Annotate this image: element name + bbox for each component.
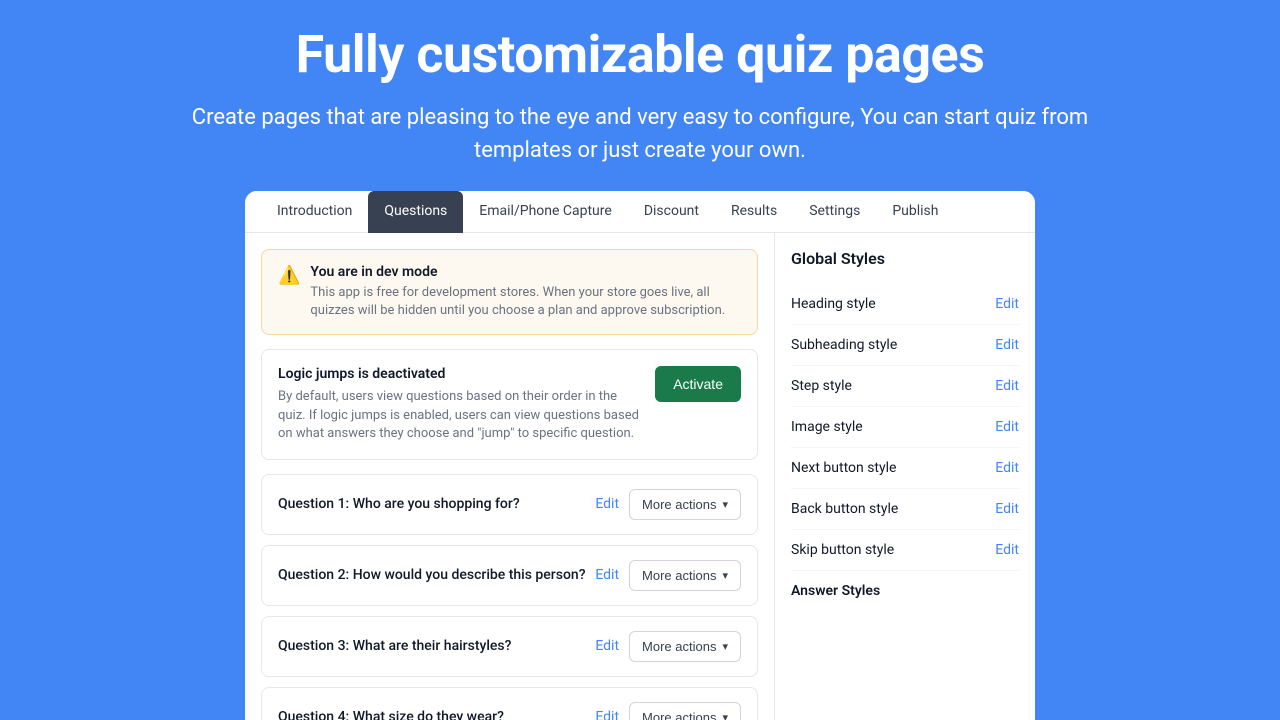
tab-introduction[interactable]: Introduction	[261, 191, 368, 233]
next-button-style-row: Next button style Edit	[791, 448, 1019, 489]
image-style-label: Image style	[791, 419, 863, 435]
skip-button-style-edit[interactable]: Edit	[995, 542, 1019, 558]
global-styles-title: Global Styles	[791, 249, 1019, 268]
question-3-more-actions[interactable]: More actions	[629, 631, 741, 662]
question-row: Question 2: How would you describe this …	[261, 545, 758, 606]
dev-banner-content: You are in dev mode This app is free for…	[310, 264, 741, 320]
page-wrapper: Fully customizable quiz pages Create pag…	[0, 0, 1280, 720]
step-style-row: Step style Edit	[791, 366, 1019, 407]
question-2-more-actions[interactable]: More actions	[629, 560, 741, 591]
question-row: Question 3: What are their hairstyles? E…	[261, 616, 758, 677]
step-style-edit[interactable]: Edit	[995, 378, 1019, 394]
question-2-label: Question 2: How would you describe this …	[278, 567, 586, 583]
tab-results[interactable]: Results	[715, 191, 793, 233]
right-panel: Global Styles Heading style Edit Subhead…	[775, 233, 1035, 720]
question-3-edit[interactable]: Edit	[595, 638, 619, 654]
skip-button-style-row: Skip button style Edit	[791, 530, 1019, 571]
app-container: Introduction Questions Email/Phone Captu…	[245, 191, 1035, 720]
tab-email-phone[interactable]: Email/Phone Capture	[463, 191, 628, 233]
question-2-edit[interactable]: Edit	[595, 567, 619, 583]
tab-publish[interactable]: Publish	[876, 191, 954, 233]
heading-style-label: Heading style	[791, 296, 876, 312]
tab-settings[interactable]: Settings	[793, 191, 876, 233]
question-1-edit[interactable]: Edit	[595, 496, 619, 512]
activate-button[interactable]: Activate	[655, 366, 741, 402]
logic-card-content: Logic jumps is deactivated By default, u…	[278, 366, 643, 443]
question-4-actions: Edit More actions	[595, 702, 741, 720]
question-4-edit[interactable]: Edit	[595, 709, 619, 720]
skip-button-style-label: Skip button style	[791, 542, 894, 558]
question-3-actions: Edit More actions	[595, 631, 741, 662]
tab-discount[interactable]: Discount	[628, 191, 715, 233]
question-1-label: Question 1: Who are you shopping for?	[278, 496, 520, 512]
hero-subtitle: Create pages that are pleasing to the ey…	[190, 101, 1090, 167]
heading-style-row: Heading style Edit	[791, 284, 1019, 325]
subheading-style-label: Subheading style	[791, 337, 897, 353]
question-1-more-actions[interactable]: More actions	[629, 489, 741, 520]
question-row: Question 4: What size do they wear? Edit…	[261, 687, 758, 720]
tab-questions[interactable]: Questions	[368, 191, 463, 233]
logic-jumps-card: Logic jumps is deactivated By default, u…	[261, 349, 758, 460]
question-1-actions: Edit More actions	[595, 489, 741, 520]
back-button-style-edit[interactable]: Edit	[995, 501, 1019, 517]
question-row: Question 1: Who are you shopping for? Ed…	[261, 474, 758, 535]
next-button-style-edit[interactable]: Edit	[995, 460, 1019, 476]
subheading-style-row: Subheading style Edit	[791, 325, 1019, 366]
answer-styles-title: Answer Styles	[791, 571, 1019, 599]
step-style-label: Step style	[791, 378, 852, 394]
left-panel: ⚠️ You are in dev mode This app is free …	[245, 233, 775, 720]
next-button-style-label: Next button style	[791, 460, 896, 476]
dev-banner-title: You are in dev mode	[310, 264, 741, 280]
question-4-label: Question 4: What size do they wear?	[278, 709, 504, 720]
logic-card-text: By default, users view questions based o…	[278, 388, 643, 443]
image-style-row: Image style Edit	[791, 407, 1019, 448]
back-button-style-row: Back button style Edit	[791, 489, 1019, 530]
logic-card-title: Logic jumps is deactivated	[278, 366, 643, 382]
warning-icon: ⚠️	[278, 265, 300, 286]
heading-style-edit[interactable]: Edit	[995, 296, 1019, 312]
question-2-actions: Edit More actions	[595, 560, 741, 591]
question-3-label: Question 3: What are their hairstyles?	[278, 638, 511, 654]
dev-banner: ⚠️ You are in dev mode This app is free …	[261, 249, 758, 335]
back-button-style-label: Back button style	[791, 501, 898, 517]
dev-banner-text: This app is free for development stores.…	[310, 284, 741, 320]
tabs-bar: Introduction Questions Email/Phone Captu…	[245, 191, 1035, 233]
hero-title: Fully customizable quiz pages	[296, 24, 985, 85]
main-content: ⚠️ You are in dev mode This app is free …	[245, 233, 1035, 720]
image-style-edit[interactable]: Edit	[995, 419, 1019, 435]
question-4-more-actions[interactable]: More actions	[629, 702, 741, 720]
subheading-style-edit[interactable]: Edit	[995, 337, 1019, 353]
